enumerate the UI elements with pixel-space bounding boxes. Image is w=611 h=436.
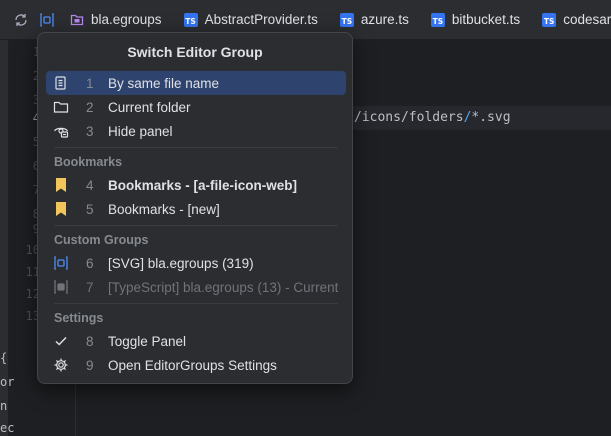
menu-item-hide-panel[interactable]: 3 Hide panel [46, 119, 346, 143]
code-line[interactable]: /icons/folders/*.svg [354, 110, 511, 125]
bookmark-icon [49, 177, 73, 193]
checkmark-icon [49, 334, 73, 348]
code-fragment: or [0, 375, 15, 389]
folder-outline-icon [49, 99, 73, 115]
typescript-icon: TS [339, 12, 354, 27]
tab-label: AbstractProvider.ts [204, 12, 318, 27]
line-number: 6 [0, 159, 40, 173]
section-header-bookmarks: Bookmarks [54, 155, 123, 169]
line-number: 1 [0, 45, 40, 59]
line-number: 8 [0, 207, 40, 221]
tab-bitbucket-ts[interactable]: TS bitbucket.ts [421, 0, 532, 39]
bookmark-icon [49, 201, 73, 217]
menu-item-toggle-panel[interactable]: 8 Toggle Panel [46, 329, 346, 353]
section-header-settings: Settings [54, 311, 104, 325]
switch-editor-group-popup: Switch Editor Group 1 By same file name … [37, 32, 353, 384]
item-label: Bookmarks - [new] [108, 201, 220, 217]
code-fragment: ec [0, 421, 15, 435]
tab-label: bitbucket.ts [451, 12, 521, 27]
item-number: 8 [86, 333, 94, 349]
popup-title: Switch Editor Group [127, 44, 263, 60]
item-number: 3 [86, 123, 94, 139]
line-number: 4 [0, 111, 40, 125]
editor-group-icon [49, 255, 73, 271]
typescript-icon: TS [430, 12, 445, 27]
item-number: 6 [86, 255, 94, 271]
item-number: 4 [86, 177, 94, 193]
folder-icon [70, 13, 84, 27]
item-number: 7 [86, 279, 94, 295]
section-header-custom-groups: Custom Groups [54, 233, 149, 247]
line-number: 10 [25, 243, 40, 257]
divider [54, 147, 338, 148]
hide-eye-icon [49, 123, 73, 139]
code-glob: *.svg [471, 110, 511, 125]
item-number: 2 [86, 99, 94, 115]
typescript-icon: TS [542, 12, 557, 27]
line-number: 11 [25, 265, 40, 279]
item-number: 1 [86, 75, 94, 91]
item-label: Current folder [108, 99, 191, 115]
tab-label: azure.ts [360, 12, 409, 27]
code-path: /icons/folders [354, 110, 464, 125]
code-fragment: n [0, 399, 8, 413]
item-number: 5 [86, 201, 94, 217]
code-fragment: { [0, 351, 8, 365]
line-number: 3 [0, 93, 40, 107]
item-label: Open EditorGroups Settings [108, 357, 277, 373]
line-number: 5 [0, 135, 40, 149]
divider [54, 303, 338, 304]
file-list-icon [49, 75, 73, 91]
menu-item-typescript-egroups[interactable]: 7 [TypeScript] bla.egroups (13) - Curren… [46, 275, 346, 299]
typescript-icon: TS [183, 12, 198, 27]
menu-item-bookmarks-new[interactable]: 5 Bookmarks - [new] [46, 197, 346, 221]
line-number: 13 [25, 309, 40, 323]
refresh-icon[interactable] [8, 0, 34, 39]
editor-group-icon [49, 279, 73, 295]
menu-item-svg-egroups[interactable]: 6 [SVG] bla.egroups (319) [46, 251, 346, 275]
item-label: By same file name [108, 75, 220, 91]
gear-icon [49, 357, 73, 373]
item-label: Hide panel [108, 123, 173, 139]
tab-codesar[interactable]: TS codesar [532, 0, 611, 39]
menu-item-same-file-name[interactable]: 1 By same file name [46, 71, 346, 95]
menu-item-bookmarks-web[interactable]: 4 Bookmarks - [a-file-icon-web] [46, 173, 346, 197]
tab-label: codesar [563, 12, 611, 27]
item-number: 9 [86, 357, 94, 373]
line-number: 9 [0, 222, 40, 236]
item-label: Toggle Panel [108, 333, 187, 349]
divider [54, 225, 338, 226]
item-label: [TypeScript] bla.egroups (13) - Current [108, 279, 339, 295]
line-number: 7 [0, 183, 40, 197]
menu-item-current-folder[interactable]: 2 Current folder [46, 95, 346, 119]
item-label: [SVG] bla.egroups (319) [108, 255, 254, 271]
menu-item-open-settings[interactable]: 9 Open EditorGroups Settings [46, 353, 346, 377]
line-number: 12 [25, 287, 40, 301]
line-number: 2 [0, 69, 40, 83]
tab-label: bla.egroups [91, 12, 162, 27]
item-label: Bookmarks - [a-file-icon-web] [108, 177, 298, 193]
